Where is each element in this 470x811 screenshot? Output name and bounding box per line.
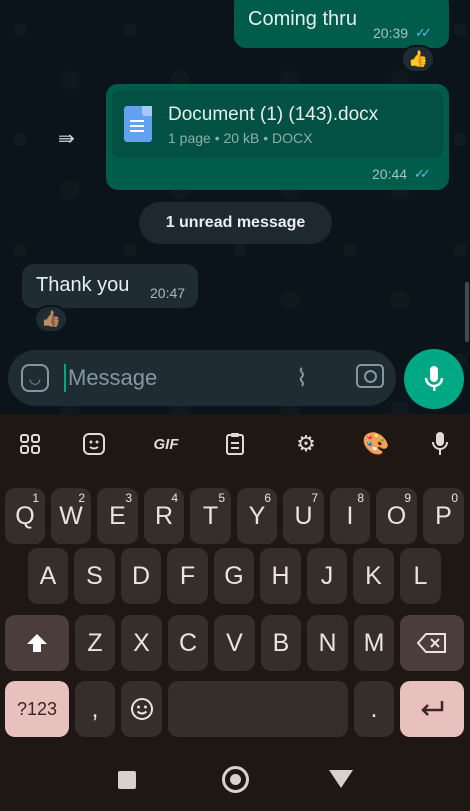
key-z[interactable]: Z: [75, 615, 115, 671]
message-meta: 20:47: [150, 285, 185, 301]
keyboard: GIF ⚙ 🎨 Q1 W2 E3 R4 T5 Y6 U7 I8 O9 P0 A …: [0, 414, 470, 811]
palette-icon[interactable]: 🎨: [360, 430, 392, 458]
voice-input-icon[interactable]: [424, 430, 456, 458]
clipboard-icon[interactable]: [219, 430, 251, 458]
read-ticks-icon: ✓✓: [415, 25, 432, 40]
forward-icon[interactable]: ⇛: [58, 126, 88, 150]
message-time: 20:44: [372, 166, 408, 182]
document-name: Document (1) (143).docx: [168, 104, 379, 125]
scrollbar[interactable]: [465, 282, 469, 342]
document-card[interactable]: Document (1) (143).docx 1 page • 20 kB •…: [112, 90, 443, 158]
message-incoming[interactable]: Thank you 20:47: [22, 264, 198, 308]
period-key[interactable]: .: [354, 681, 394, 737]
message-time: 20:39: [373, 25, 409, 41]
message-time: 20:47: [150, 285, 186, 301]
key-y[interactable]: Y6: [237, 488, 277, 544]
chat-area: Coming thru 20:39 ✓✓ 👍 ⇛ Document (1) (1…: [0, 0, 470, 414]
key-l[interactable]: L: [400, 548, 441, 604]
message-meta: 20:39 ✓✓: [373, 25, 432, 41]
key-s[interactable]: S: [74, 548, 115, 604]
key-b[interactable]: B: [261, 615, 301, 671]
camera-icon[interactable]: [356, 364, 384, 388]
message-document[interactable]: Document (1) (143).docx 1 page • 20 kB •…: [106, 84, 449, 190]
document-info: 1 page • 20 kB • DOCX: [168, 130, 313, 146]
enter-key[interactable]: [400, 681, 464, 737]
key-v[interactable]: V: [214, 615, 255, 671]
shift-arrow-icon: [27, 634, 47, 652]
key-x[interactable]: X: [121, 615, 162, 671]
reaction-badge[interactable]: 👍: [401, 45, 435, 73]
key-c[interactable]: C: [168, 615, 208, 671]
attach-icon[interactable]: ⌇: [296, 364, 308, 393]
message-meta: 20:44 ✓✓: [372, 166, 431, 182]
message-outgoing[interactable]: Coming thru 20:39 ✓✓: [234, 0, 449, 48]
key-d[interactable]: D: [121, 548, 161, 604]
emoji-icon: [130, 698, 153, 720]
key-f[interactable]: F: [167, 548, 208, 604]
microphone-icon: [424, 366, 444, 391]
apps-grid-icon[interactable]: [14, 430, 46, 458]
read-ticks-icon: ✓✓: [414, 166, 431, 181]
key-o[interactable]: O9: [376, 488, 417, 544]
key-i[interactable]: I8: [330, 488, 370, 544]
key-n[interactable]: N: [307, 615, 348, 671]
backspace-key[interactable]: [400, 615, 464, 671]
message-composer: ◡ ⌇: [8, 350, 396, 406]
key-t[interactable]: T5: [190, 488, 231, 544]
unread-banner: 1 unread message: [139, 202, 332, 244]
sticker-icon[interactable]: ◡: [21, 364, 49, 392]
key-g[interactable]: G: [214, 548, 254, 604]
key-k[interactable]: K: [353, 548, 394, 604]
sticker-keyboard-icon[interactable]: [78, 430, 110, 458]
home-nav-button[interactable]: [222, 766, 249, 793]
recents-nav-button[interactable]: [118, 771, 136, 789]
key-m[interactable]: M: [354, 615, 394, 671]
key-e[interactable]: E3: [97, 488, 138, 544]
enter-arrow-icon: [421, 701, 444, 716]
key-u[interactable]: U7: [283, 488, 324, 544]
message-text: Thank you: [36, 274, 130, 296]
document-file-icon: [124, 106, 152, 142]
key-q[interactable]: Q1: [5, 488, 45, 544]
emoji-key[interactable]: [121, 681, 162, 737]
microphone-button[interactable]: [404, 349, 464, 409]
key-r[interactable]: R4: [144, 488, 184, 544]
key-j[interactable]: J: [307, 548, 347, 604]
reaction-badge[interactable]: 👍🏽: [34, 305, 68, 333]
comma-key[interactable]: ,: [75, 681, 115, 737]
shift-key[interactable]: [5, 615, 69, 671]
back-nav-button[interactable]: [329, 770, 353, 788]
settings-gear-icon[interactable]: ⚙: [290, 430, 322, 458]
message-input[interactable]: [68, 360, 288, 396]
message-text: Coming thru: [248, 8, 357, 30]
text-cursor: [64, 364, 66, 392]
symbols-key[interactable]: ?123: [5, 681, 69, 737]
key-a[interactable]: A: [28, 548, 68, 604]
space-key[interactable]: [168, 681, 348, 737]
key-w[interactable]: W2: [51, 488, 91, 544]
key-p[interactable]: P0: [423, 488, 464, 544]
backspace-icon: [417, 633, 446, 653]
key-h[interactable]: H: [260, 548, 301, 604]
gif-button[interactable]: GIF: [148, 430, 184, 458]
